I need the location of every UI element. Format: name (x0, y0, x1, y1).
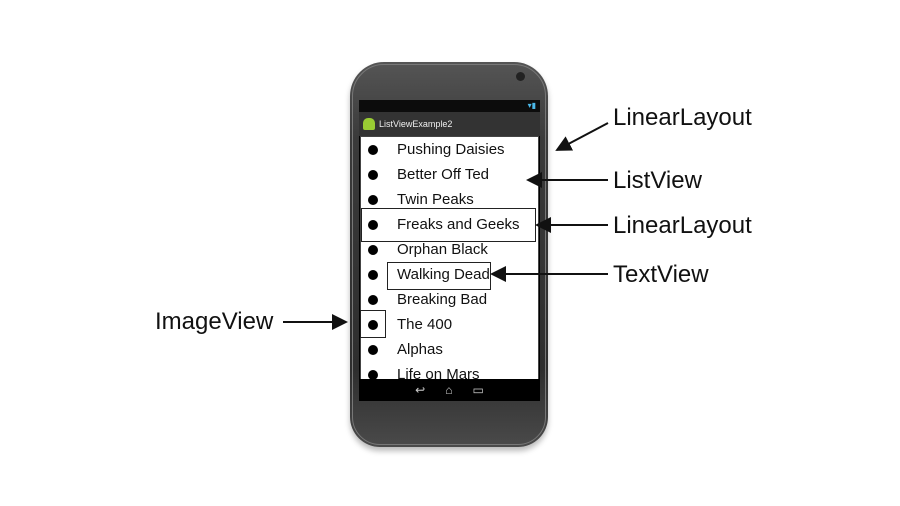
arrows-layer (283, 122, 609, 330)
arrow-linearlayout-outer (555, 122, 609, 151)
